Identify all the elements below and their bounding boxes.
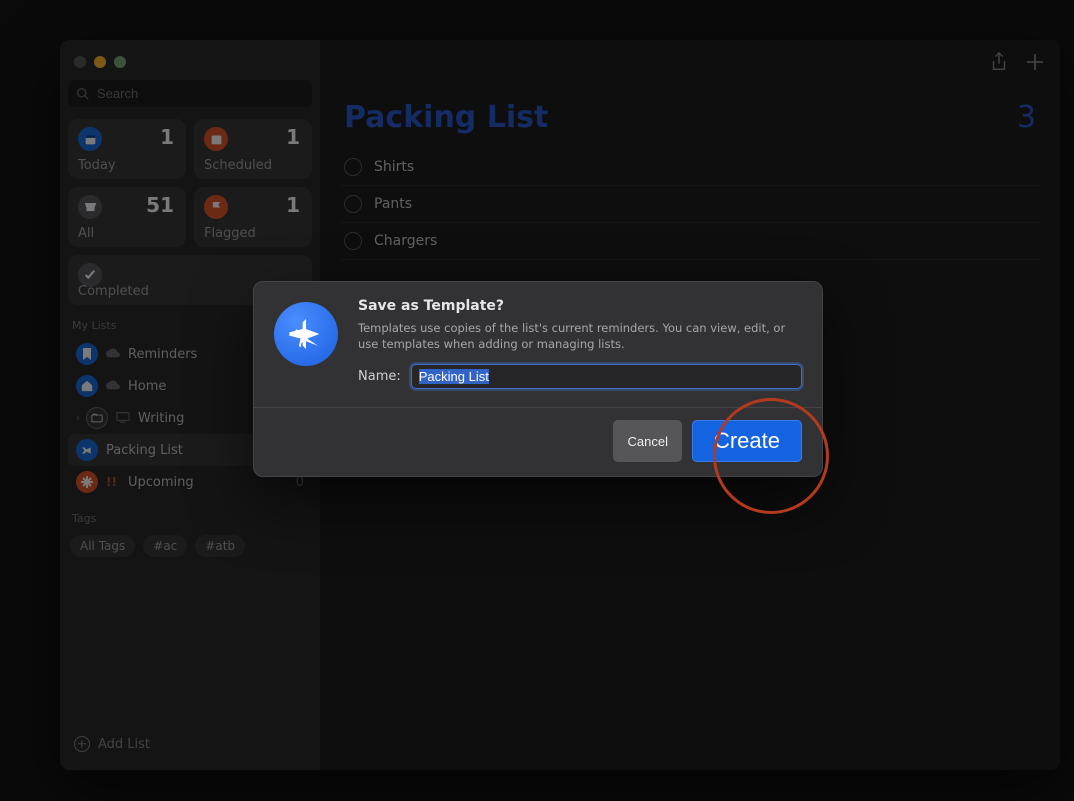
smart-flagged-count: 1 (286, 193, 300, 217)
search-field[interactable] (68, 80, 312, 107)
cloud-icon (106, 347, 120, 361)
tag-all[interactable]: All Tags (70, 535, 135, 557)
tag-ac[interactable]: #ac (143, 535, 187, 557)
add-reminder-icon[interactable] (1026, 52, 1044, 72)
share-icon[interactable] (990, 52, 1008, 72)
list-label: Upcoming (128, 475, 194, 490)
minimize-window-button[interactable] (94, 56, 106, 68)
smart-all[interactable]: 51 All (68, 187, 186, 247)
name-label: Name: (358, 369, 401, 384)
cancel-button[interactable]: Cancel (613, 420, 681, 462)
reminder-title: Pants (374, 196, 412, 212)
list-label: Reminders (128, 347, 197, 362)
close-window-button[interactable] (74, 56, 86, 68)
list-label: Home (128, 379, 166, 394)
checkbox[interactable] (344, 195, 362, 213)
create-button[interactable]: Create (692, 420, 802, 462)
template-name-input[interactable] (411, 364, 802, 389)
smart-completed-label: Completed (78, 284, 149, 299)
reminder-item[interactable]: Pants (340, 186, 1040, 223)
checkbox[interactable] (344, 158, 362, 176)
smart-flagged-label: Flagged (204, 226, 256, 241)
title-row: Packing List 3 (344, 100, 1036, 135)
reminder-title: Chargers (374, 233, 437, 249)
add-list-label: Add List (98, 737, 150, 752)
dialog-description: Templates use copies of the list's curre… (358, 320, 802, 352)
tray-icon (78, 195, 102, 219)
flag-icon (204, 195, 228, 219)
list-label: Packing List (106, 443, 183, 458)
display-icon (116, 411, 130, 425)
smart-scheduled-label: Scheduled (204, 158, 272, 173)
window-controls (68, 50, 312, 80)
calendar-today-icon (78, 127, 102, 151)
reminder-item[interactable]: Chargers (340, 223, 1040, 260)
smart-flagged[interactable]: 1 Flagged (194, 187, 312, 247)
save-template-dialog: Save as Template? Templates use copies o… (253, 281, 823, 477)
section-tags: Tags (72, 512, 308, 525)
list-title: Packing List (344, 100, 548, 135)
home-icon (76, 375, 98, 397)
tag-atb[interactable]: #atb (195, 535, 245, 557)
smart-all-count: 51 (146, 193, 174, 217)
dialog-title: Save as Template? (358, 298, 802, 314)
asterisk-icon (76, 471, 98, 493)
airplane-icon (76, 439, 98, 461)
dialog-separator (254, 407, 822, 408)
maximize-window-button[interactable] (114, 56, 126, 68)
smart-lists: 1 Today 1 Scheduled 51 All (68, 119, 312, 305)
airplane-icon (274, 302, 338, 366)
chevron-right-icon[interactable]: › (76, 413, 80, 424)
plus-circle-icon (74, 736, 90, 752)
list-label: Writing (138, 411, 184, 426)
list-total-count: 3 (1017, 100, 1036, 135)
exclaim-icon: !! (106, 475, 120, 489)
smart-scheduled-count: 1 (286, 125, 300, 149)
smart-today-label: Today (78, 158, 116, 173)
reminder-item[interactable]: Shirts (340, 149, 1040, 186)
reminder-title: Shirts (374, 159, 414, 175)
search-icon (76, 87, 89, 100)
add-list-button[interactable]: Add List (68, 728, 312, 760)
smart-today-count: 1 (160, 125, 174, 149)
folder-icon (86, 407, 108, 429)
smart-today[interactable]: 1 Today (68, 119, 186, 179)
tag-list: All Tags #ac #atb (68, 531, 312, 561)
calendar-icon (204, 127, 228, 151)
search-input[interactable] (95, 85, 304, 102)
cloud-icon (106, 379, 120, 393)
bookmark-icon (76, 343, 98, 365)
checkbox[interactable] (344, 232, 362, 250)
smart-all-label: All (78, 226, 94, 241)
main-toolbar (990, 52, 1044, 72)
smart-scheduled[interactable]: 1 Scheduled (194, 119, 312, 179)
